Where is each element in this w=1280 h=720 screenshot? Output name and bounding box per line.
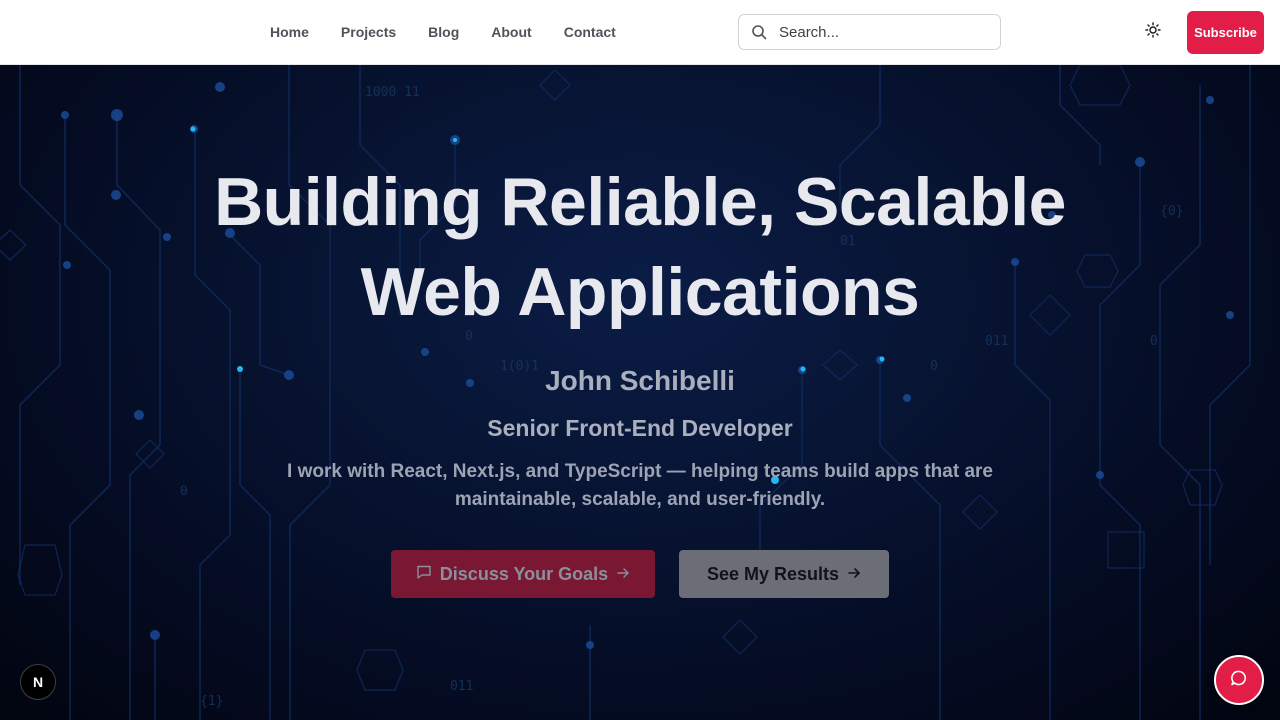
- arrow-right-icon: [616, 564, 630, 585]
- main-nav: Home Projects Blog About Contact: [270, 0, 616, 64]
- hero-title-line2: Web Applications: [360, 254, 920, 330]
- hero-title-line1: Building Reliable, Scalable: [214, 164, 1066, 240]
- sun-icon: [1145, 21, 1161, 43]
- see-results-label: See My Results: [706, 563, 840, 584]
- svg-text:0: 0: [180, 484, 188, 499]
- nav-home[interactable]: Home: [270, 24, 309, 40]
- message-square-icon: [416, 564, 432, 585]
- svg-text:011: 011: [450, 679, 473, 694]
- nav-contact[interactable]: Contact: [564, 24, 616, 40]
- author-name: John Schibelli: [545, 365, 735, 396]
- hero-section: 1000 11 {0} 01 1(0)1 011 0 0 0 011 {1} 0…: [0, 65, 1280, 720]
- discuss-goals-button[interactable]: Discuss Your Goals: [391, 550, 655, 598]
- nav-blog[interactable]: Blog: [428, 24, 459, 40]
- nextjs-dev-badge[interactable]: N: [20, 664, 56, 700]
- chat-icon: [1230, 669, 1248, 692]
- author-role: Senior Front-End Developer: [487, 415, 793, 441]
- site-header: Home Projects Blog About Contact Subscri…: [0, 0, 1280, 65]
- chat-button[interactable]: [1214, 655, 1264, 705]
- nextjs-badge-letter: N: [32, 674, 44, 690]
- svg-text:{1}: {1}: [200, 694, 223, 709]
- discuss-goals-label: Discuss Your Goals: [439, 563, 609, 584]
- theme-toggle-button[interactable]: [1141, 20, 1165, 44]
- svg-text:1000 11: 1000 11: [365, 85, 420, 100]
- nav-projects[interactable]: Projects: [341, 24, 396, 40]
- nav-about[interactable]: About: [491, 24, 531, 40]
- search-input[interactable]: [779, 23, 979, 41]
- search-box[interactable]: [738, 14, 1001, 50]
- search-icon: [751, 24, 767, 40]
- hero-title: Building Reliable, Scalable Web Applicat…: [140, 157, 1140, 337]
- see-results-button[interactable]: See My Results: [679, 550, 889, 598]
- hero-description: I work with React, Next.js, and TypeScri…: [287, 461, 993, 510]
- svg-text:{0}: {0}: [1160, 204, 1183, 219]
- arrow-right-icon: [847, 564, 861, 585]
- subscribe-button[interactable]: Subscribe: [1187, 11, 1264, 54]
- svg-text:0: 0: [1150, 334, 1158, 349]
